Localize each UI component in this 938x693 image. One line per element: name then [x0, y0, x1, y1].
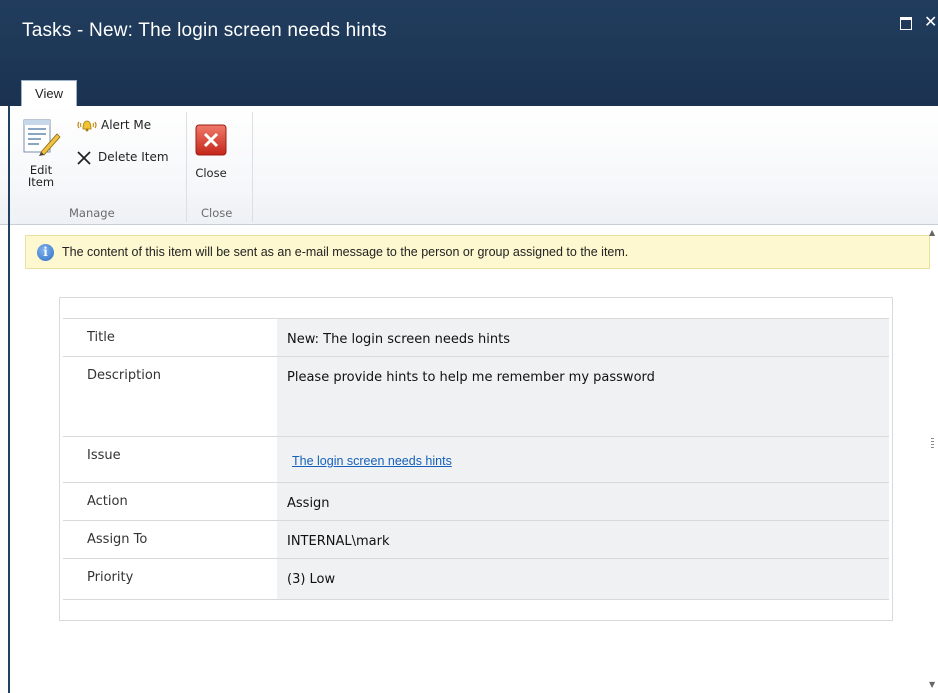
- field-value: (3) Low: [287, 572, 336, 587]
- field-value: New: The login screen needs hints: [287, 332, 510, 347]
- field-label: Assign To: [87, 532, 148, 547]
- field-row-priority: Priority (3) Low: [63, 558, 889, 599]
- field-row-action: Action Assign: [63, 482, 889, 521]
- group-separator: [252, 112, 253, 222]
- edit-item-label: Edit Item: [18, 164, 64, 188]
- field-label: Description: [87, 368, 162, 383]
- issue-link[interactable]: The login screen needs hints: [292, 454, 452, 468]
- field-label-cell: Description: [63, 357, 277, 437]
- close-red-icon: [195, 124, 227, 156]
- field-value: Please provide hints to help me remember…: [287, 370, 655, 385]
- field-row-title: Title New: The login screen needs hints: [63, 318, 889, 357]
- delete-item-button[interactable]: Delete Item: [76, 148, 169, 166]
- info-message-text: The content of this item will be sent as…: [62, 245, 629, 259]
- field-label-cell: Action: [63, 483, 277, 521]
- maximize-icon[interactable]: [900, 17, 912, 30]
- field-label-cell: Priority: [63, 559, 277, 599]
- field-value-cell: New: The login screen needs hints: [277, 319, 889, 357]
- close-icon[interactable]: ✕: [924, 14, 937, 30]
- alert-me-label: Alert Me: [101, 118, 152, 132]
- field-row-assign-to: Assign To INTERNAL\mark: [63, 520, 889, 559]
- edit-item-label-line2: Item: [27, 175, 55, 189]
- field-value-cell: The login screen needs hints: [277, 437, 889, 483]
- field-value: Assign: [287, 496, 330, 511]
- field-label: Action: [87, 494, 128, 509]
- scrollbar-thumb[interactable]: [931, 438, 934, 450]
- edit-item-icon: [23, 119, 61, 156]
- delete-item-label: Delete Item: [98, 150, 169, 164]
- info-message-bar: i The content of this item will be sent …: [25, 235, 930, 269]
- group-separator: [186, 112, 187, 222]
- bell-icon: [77, 120, 97, 132]
- field-value: INTERNAL\mark: [287, 534, 390, 549]
- scroll-up-arrow-icon[interactable]: ▲: [929, 228, 935, 237]
- scroll-down-arrow-icon[interactable]: ▼: [929, 680, 935, 689]
- delete-x-icon: [77, 151, 91, 165]
- info-icon: i: [37, 244, 54, 261]
- field-label: Title: [87, 330, 115, 345]
- item-details-form: Title New: The login screen needs hints …: [59, 297, 893, 621]
- field-value-cell: Assign: [277, 483, 889, 521]
- field-row-issue: Issue The login screen needs hints: [63, 436, 889, 483]
- alert-me-button[interactable]: Alert Me: [76, 118, 151, 132]
- close-button-label: Close: [195, 166, 227, 180]
- manage-group-label: Manage: [69, 206, 115, 220]
- left-border: [8, 106, 10, 693]
- field-label-cell: Issue: [63, 437, 277, 483]
- form-bottom-divider: [63, 599, 889, 600]
- tab-view[interactable]: View: [21, 80, 77, 106]
- field-value-cell: Please provide hints to help me remember…: [277, 357, 889, 437]
- field-label: Priority: [87, 570, 134, 585]
- close-group-label: Close: [201, 206, 233, 220]
- field-value-cell: INTERNAL\mark: [277, 521, 889, 559]
- field-label-cell: Title: [63, 319, 277, 357]
- field-value-cell: (3) Low: [277, 559, 889, 599]
- dialog-title-bar: [0, 0, 938, 106]
- field-label-cell: Assign To: [63, 521, 277, 559]
- field-row-description: Description Please provide hints to help…: [63, 356, 889, 437]
- dialog-title: Tasks - New: The login screen needs hint…: [22, 20, 387, 41]
- field-label: Issue: [87, 448, 121, 463]
